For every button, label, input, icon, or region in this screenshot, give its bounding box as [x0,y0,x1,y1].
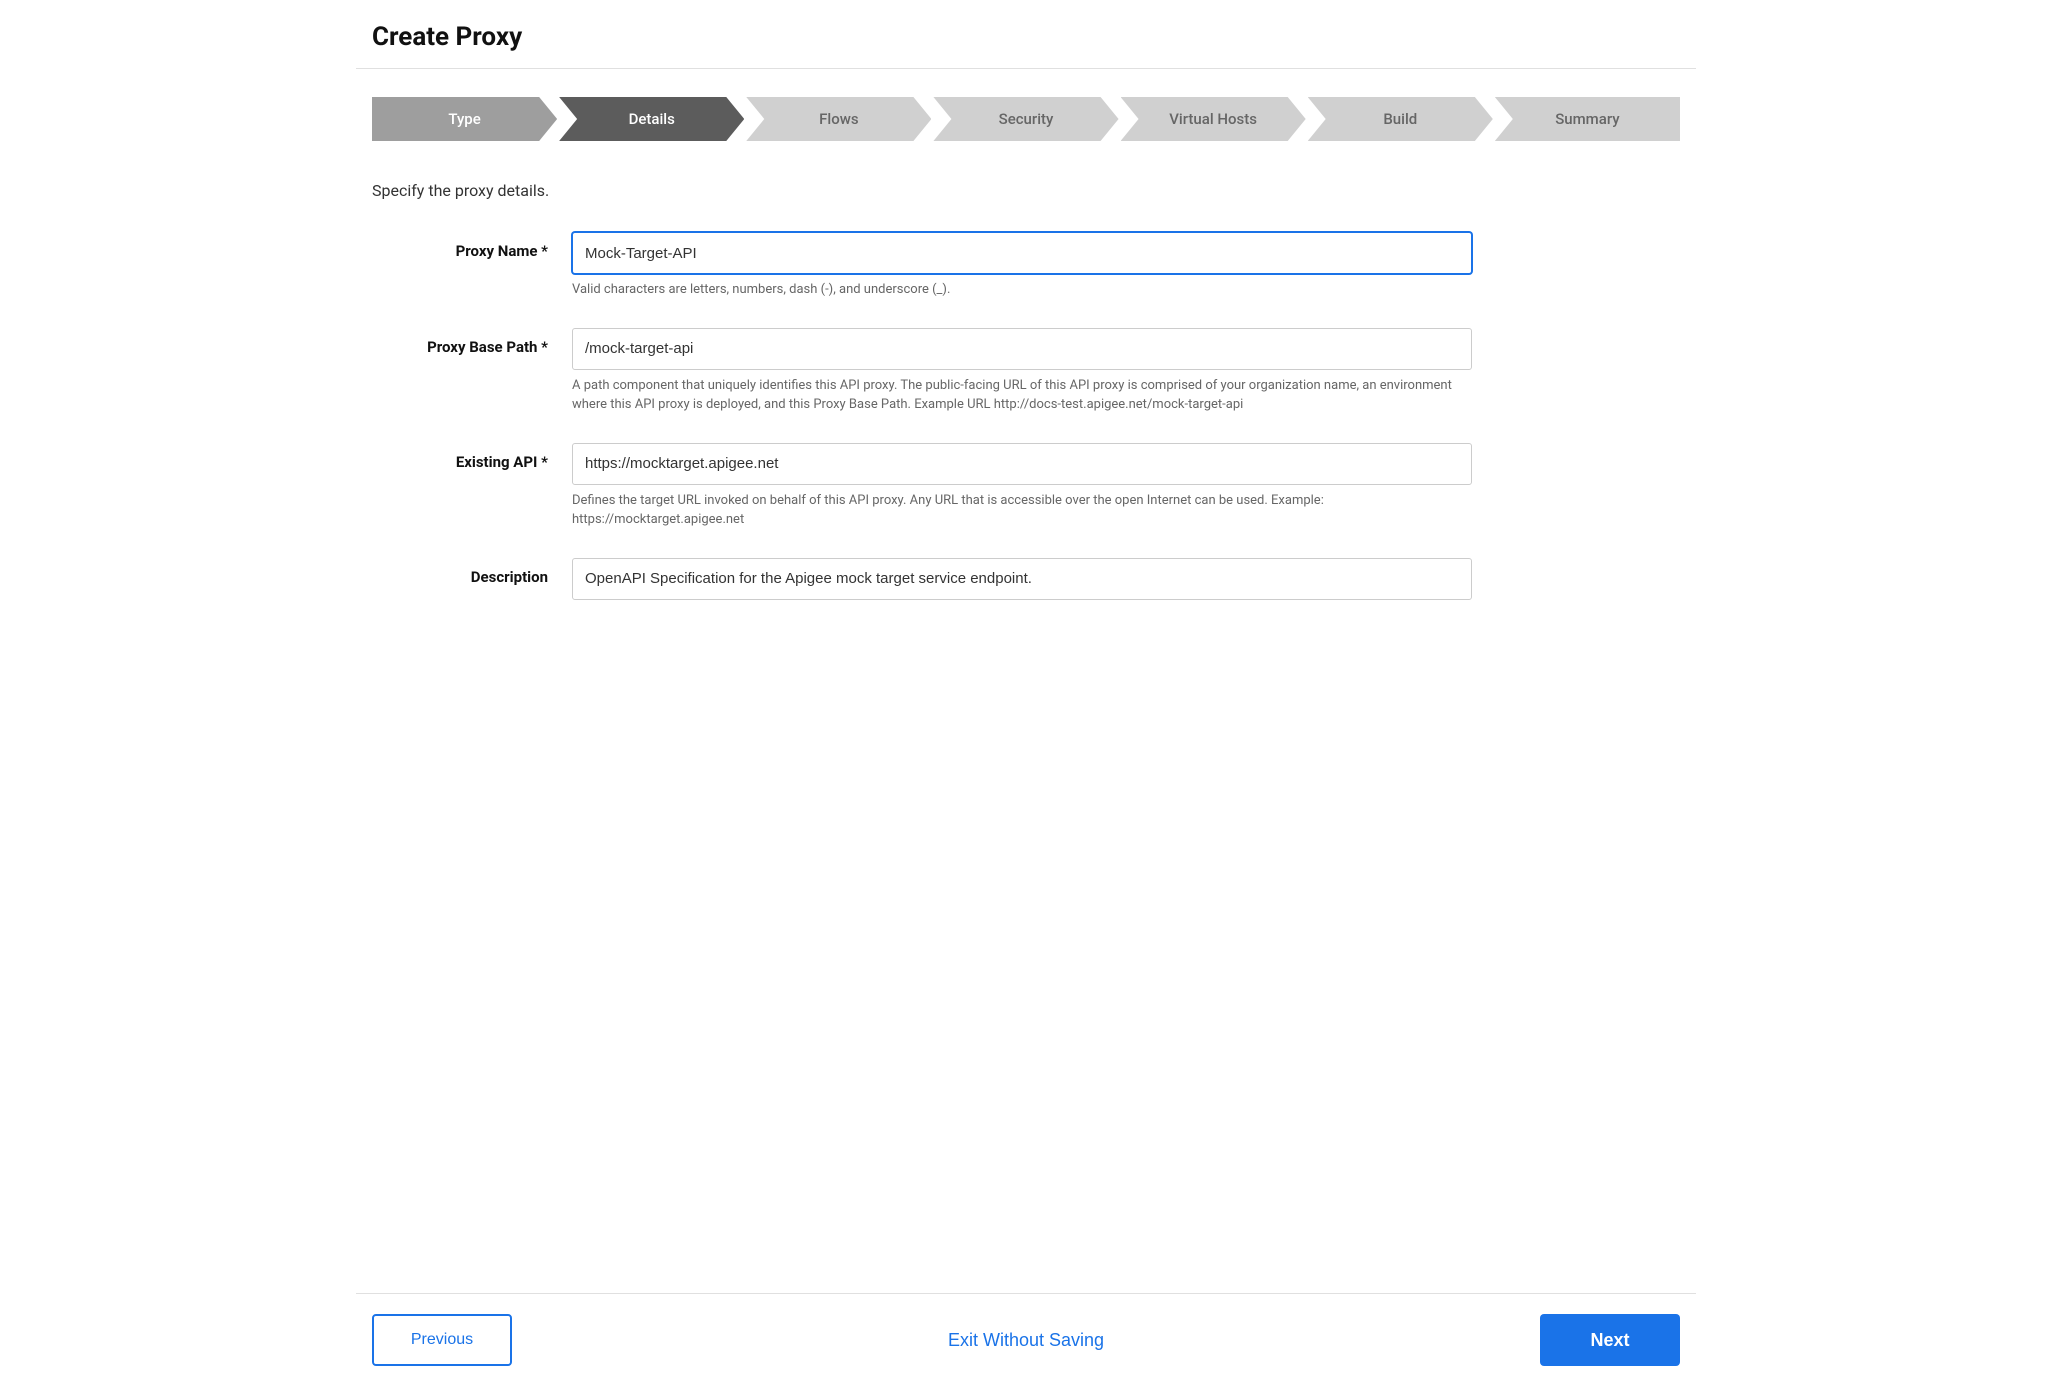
proxy-name-input[interactable] [572,232,1472,274]
description-input[interactable] [572,558,1472,600]
description-label: Description [372,558,572,586]
proxy-base-path-hint: A path component that uniquely identifie… [572,376,1472,415]
stepper-container: Type Details Flows Security Virtual Host… [356,69,1696,161]
page-header: Create Proxy [356,0,1696,69]
proxy-base-path-input[interactable] [572,328,1472,370]
previous-button[interactable]: Previous [372,1314,512,1366]
step-flows-label: Flows [819,110,858,128]
step-flows[interactable]: Flows [746,97,931,141]
proxy-name-field-group: Valid characters are letters, numbers, d… [572,232,1472,300]
existing-api-hint: Defines the target URL invoked on behalf… [572,491,1472,530]
step-virtual-hosts[interactable]: Virtual Hosts [1121,97,1306,141]
description-field-group [572,558,1472,600]
proxy-base-path-row: Proxy Base Path * A path component that … [372,328,1472,415]
stepper: Type Details Flows Security Virtual Host… [372,97,1680,141]
main-content: Specify the proxy details. Proxy Name * … [356,161,1696,1293]
step-summary[interactable]: Summary [1495,97,1680,141]
page-title: Create Proxy [372,22,1680,52]
description-row: Description [372,558,1472,600]
section-description: Specify the proxy details. [372,181,1680,200]
next-button[interactable]: Next [1540,1314,1680,1366]
step-details-label: Details [629,110,675,128]
page-footer: Previous Exit Without Saving Next [356,1293,1696,1386]
existing-api-field-group: Defines the target URL invoked on behalf… [572,443,1472,530]
proxy-base-path-field-group: A path component that uniquely identifie… [572,328,1472,415]
form-container: Proxy Name * Valid characters are letter… [372,232,1472,600]
step-security-label: Security [999,110,1054,128]
proxy-base-path-label: Proxy Base Path * [372,328,572,356]
proxy-name-label: Proxy Name * [372,232,572,260]
existing-api-row: Existing API * Defines the target URL in… [372,443,1472,530]
proxy-name-row: Proxy Name * Valid characters are letter… [372,232,1472,300]
exit-without-saving-button[interactable]: Exit Without Saving [948,1330,1104,1351]
step-security[interactable]: Security [933,97,1118,141]
step-details[interactable]: Details [559,97,744,141]
step-type-label: Type [448,110,480,128]
step-build-label: Build [1383,110,1417,128]
step-build[interactable]: Build [1308,97,1493,141]
step-summary-label: Summary [1555,110,1619,128]
existing-api-input[interactable] [572,443,1472,485]
proxy-name-hint: Valid characters are letters, numbers, d… [572,280,1472,300]
existing-api-label: Existing API * [372,443,572,471]
step-virtual-hosts-label: Virtual Hosts [1169,110,1257,128]
step-type[interactable]: Type [372,97,557,141]
